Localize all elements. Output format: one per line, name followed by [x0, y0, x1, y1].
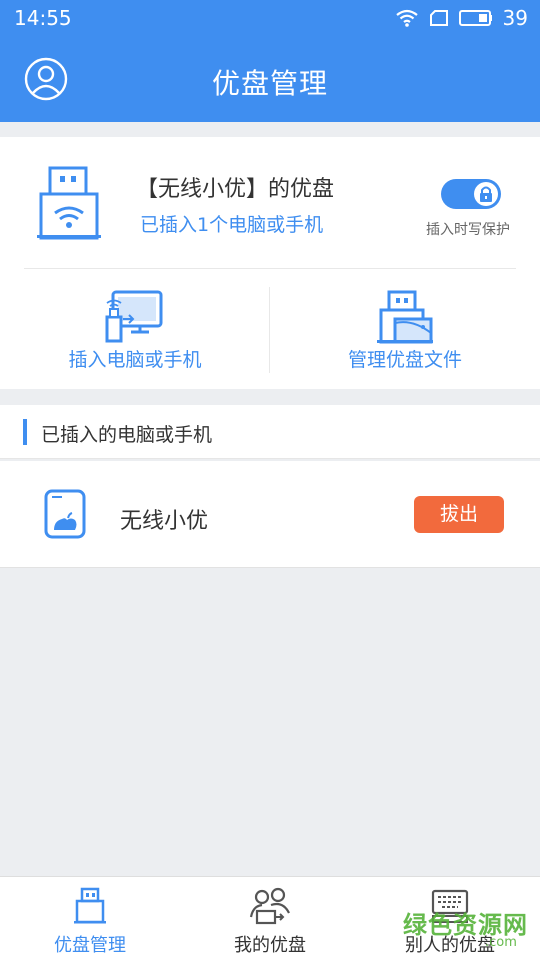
eject-button[interactable]: 拔出 — [414, 496, 504, 533]
manage-files-label: 管理优盘文件 — [347, 349, 462, 371]
status-bar: 14:55 39 — [0, 0, 540, 38]
divider — [24, 268, 516, 269]
section-title: 已插入的电脑或手机 — [41, 424, 213, 446]
insert-computer-label: 插入电脑或手机 — [68, 349, 202, 371]
status-time: 14:55 — [14, 6, 72, 30]
usb-files-icon — [377, 290, 433, 344]
manage-disk-files-button[interactable]: 管理优盘文件 — [270, 283, 540, 383]
insert-computer-or-phone-button[interactable]: 插入电脑或手机 — [0, 283, 270, 383]
wireless-usb-drive-icon — [36, 165, 102, 241]
usb-drive-icon — [74, 887, 106, 924]
disk-connection-status: 已插入1个电脑或手机 — [140, 214, 324, 236]
sim-card-icon — [429, 9, 449, 27]
status-icons: 39 — [395, 6, 528, 30]
battery-level: 39 — [502, 6, 528, 30]
disk-name: 【无线小优】的优盘 — [136, 177, 335, 202]
tab-my-disk[interactable]: 我的优盘 — [180, 877, 360, 960]
write-protect-label: 插入时写保护 — [426, 222, 510, 238]
battery-icon — [458, 9, 493, 27]
write-protect-toggle[interactable] — [441, 179, 501, 209]
page-title: 优盘管理 — [211, 67, 328, 100]
lock-icon — [474, 182, 498, 206]
section-accent-bar — [23, 419, 27, 445]
watermark-sub: .com — [485, 935, 517, 950]
usb-to-computer-icon — [105, 290, 163, 343]
wifi-icon — [395, 8, 419, 28]
tab-label: 优盘管理 — [54, 935, 126, 956]
device-name: 无线小优 — [120, 509, 209, 534]
disk-card: 【无线小优】的优盘 已插入1个电脑或手机 插入时写保护 插入电脑或手机 管理优盘… — [0, 137, 540, 389]
app-bar: 优盘管理 — [0, 38, 540, 122]
tab-label: 我的优盘 — [234, 935, 306, 956]
tab-disk-management[interactable]: 优盘管理 — [0, 877, 180, 960]
watermark: 绿色资源网 .com — [403, 905, 540, 955]
list-item[interactable]: 无线小优 拔出 — [0, 461, 540, 568]
phone-icon — [44, 489, 86, 543]
people-share-icon — [249, 887, 290, 925]
section-header: 已插入的电脑或手机 — [0, 405, 540, 459]
